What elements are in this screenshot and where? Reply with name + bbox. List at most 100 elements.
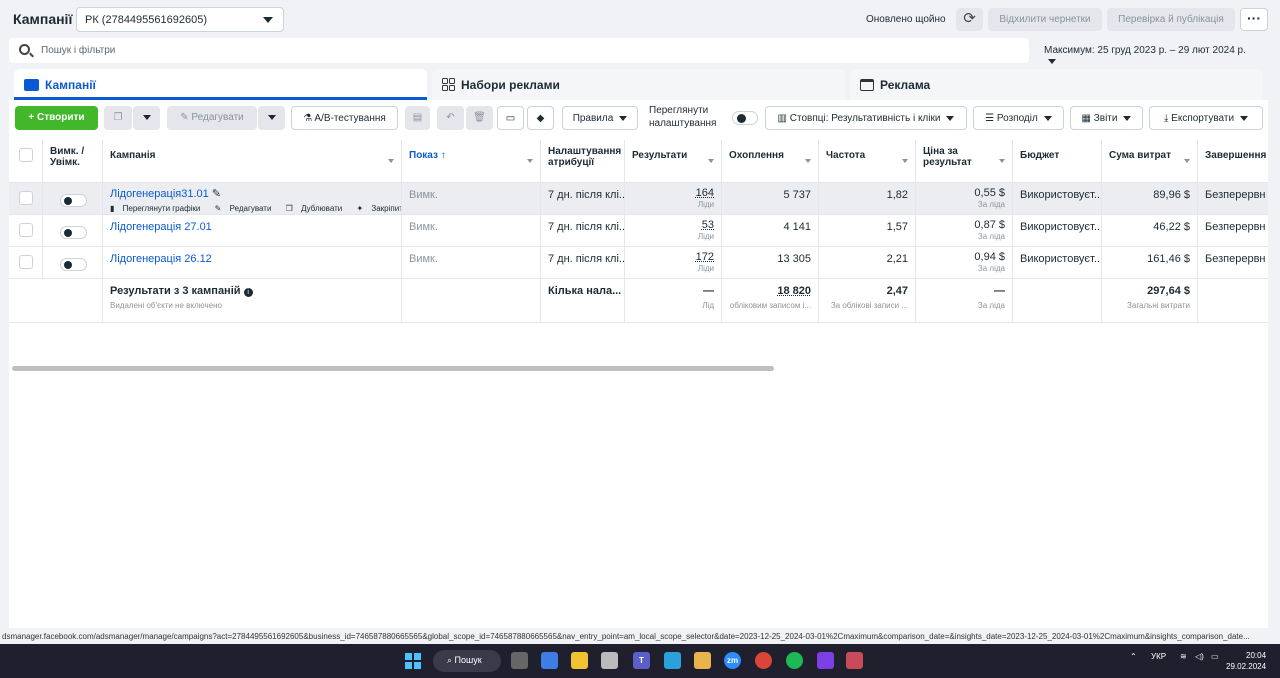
more-options-button[interactable]: ··· bbox=[1240, 8, 1268, 31]
column-attribution[interactable]: Налаштування атрибуції bbox=[541, 140, 625, 182]
photos-app-icon[interactable] bbox=[694, 652, 711, 669]
account-selector[interactable]: РК (2784495561692605) bbox=[76, 7, 284, 32]
spotify-icon[interactable] bbox=[786, 652, 803, 669]
info-icon[interactable]: i bbox=[243, 288, 253, 297]
telegram-icon[interactable] bbox=[664, 652, 681, 669]
table-row[interactable]: Лідогенерація 27.01 Вимк. 7 дн. після кл… bbox=[9, 215, 1268, 247]
results-value[interactable]: 172 bbox=[696, 251, 714, 263]
column-amount-spent[interactable]: Сума витрат bbox=[1102, 140, 1198, 182]
zoom-icon[interactable]: zm bbox=[724, 652, 741, 669]
campaign-toggle[interactable] bbox=[60, 194, 87, 207]
campaign-cell: Лідогенерація 27.01 bbox=[103, 215, 402, 246]
results-cell: 172 Ліди bbox=[625, 247, 722, 278]
view-charts-action[interactable]: ▮ Переглянути графіки bbox=[110, 204, 206, 213]
row-actions: ▮ Переглянути графіки ✎ Редагувати ❐ Дуб… bbox=[110, 204, 401, 213]
column-cost-per-result[interactable]: Ціна за результат bbox=[916, 140, 1013, 182]
summary-delivery bbox=[402, 279, 541, 322]
teams-icon[interactable]: T bbox=[633, 652, 650, 669]
campaign-toggle[interactable] bbox=[60, 258, 87, 271]
column-campaign[interactable]: Кампанія bbox=[103, 140, 402, 182]
reach-cell: 13 305 bbox=[722, 247, 819, 278]
widgets-icon[interactable] bbox=[541, 652, 558, 669]
breakdown-button[interactable]: ☰ Розподіл bbox=[973, 106, 1064, 130]
select-all-checkbox[interactable] bbox=[19, 148, 33, 162]
table-row[interactable]: Лідогенерація31.01 ✎ ▮ Переглянути графі… bbox=[9, 183, 1268, 215]
chrome-icon[interactable] bbox=[755, 652, 772, 669]
row-checkbox[interactable] bbox=[19, 191, 33, 205]
results-value[interactable]: 53 bbox=[702, 219, 714, 231]
tag-button[interactable]: ◆ bbox=[527, 106, 554, 130]
ab-test-button[interactable]: ⚗ A/B-тестування bbox=[291, 106, 398, 130]
tab-campaigns[interactable]: Кампанії bbox=[14, 69, 427, 100]
duplicate-button[interactable]: ❐ bbox=[104, 106, 132, 130]
pencil-icon[interactable]: ✎ bbox=[212, 188, 221, 200]
column-onoff[interactable]: Вимк. / Увімк. bbox=[43, 140, 103, 182]
duplicate-menu-button[interactable] bbox=[133, 106, 160, 130]
horizontal-scrollbar[interactable] bbox=[12, 366, 774, 371]
active-app-icon[interactable] bbox=[846, 652, 863, 669]
vertical-scrollbar[interactable] bbox=[1270, 40, 1280, 630]
undo-button[interactable]: ↶ bbox=[437, 106, 464, 130]
column-reach[interactable]: Охоплення bbox=[722, 140, 819, 182]
review-publish-button[interactable]: Перевірка й публікація bbox=[1107, 8, 1235, 31]
date-range-picker[interactable]: Максимум: 25 груд 2023 р. – 29 лют 2024 … bbox=[1036, 38, 1268, 64]
create-button[interactable]: + Створити bbox=[15, 106, 98, 130]
refresh-button[interactable]: ⟳ bbox=[956, 8, 983, 31]
tab-ads[interactable]: Реклама bbox=[850, 69, 1263, 100]
summary-cost-unit: За ліда bbox=[977, 301, 1005, 310]
tab-ad-sets[interactable]: Набори реклами bbox=[432, 69, 845, 100]
column-ends[interactable]: Завершення bbox=[1198, 140, 1268, 182]
row-checkbox[interactable] bbox=[19, 255, 33, 269]
calendar-app-icon[interactable] bbox=[601, 652, 618, 669]
discard-drafts-button[interactable]: Відхилити чернетки bbox=[988, 8, 1102, 31]
search-input[interactable]: Пошук і фільтри bbox=[9, 38, 1029, 63]
taskbar-search[interactable]: ⌕ Пошук bbox=[433, 650, 501, 672]
summary-attribution: Кілька нала... bbox=[541, 279, 625, 322]
pin-action[interactable]: ✦ Закріпити bbox=[356, 204, 401, 213]
reports-button[interactable]: ▦ Звіти bbox=[1070, 106, 1143, 130]
amount-spent-cell: 161,46 $ bbox=[1102, 247, 1198, 278]
table-row[interactable]: Лідогенерація 26.12 Вимк. 7 дн. після кл… bbox=[9, 247, 1268, 279]
row-checkbox[interactable] bbox=[19, 223, 33, 237]
volume-icon[interactable]: ◁) bbox=[1195, 652, 1204, 661]
wifi-icon[interactable]: ≋ bbox=[1180, 652, 1187, 661]
column-frequency[interactable]: Частота bbox=[819, 140, 916, 182]
action-label: Дублювати bbox=[301, 204, 343, 213]
export-button[interactable]: ⤓ Експортувати bbox=[1149, 106, 1263, 130]
rules-button[interactable]: Правила bbox=[562, 106, 638, 130]
battery-icon[interactable]: ▭ bbox=[1211, 652, 1219, 661]
delete-button[interactable]: 🗑 bbox=[466, 106, 493, 130]
columns-button[interactable]: ▥ Стовпці: Результативність і кліки bbox=[765, 106, 967, 130]
clipboard-icon: ▤ bbox=[412, 112, 423, 123]
edit-button[interactable]: ✎ Редагувати bbox=[167, 106, 257, 130]
results-value[interactable]: 164 bbox=[696, 187, 714, 199]
tab-label: Набори реклами bbox=[461, 78, 560, 92]
column-delivery[interactable]: Показ ↑ bbox=[402, 140, 541, 182]
windows-start-icon[interactable] bbox=[405, 653, 421, 669]
edit-menu-button[interactable] bbox=[258, 106, 285, 130]
campaign-name-link[interactable]: Лідогенерація 27.01 bbox=[110, 221, 212, 233]
column-results[interactable]: Результати bbox=[625, 140, 722, 182]
language-indicator[interactable]: УКР bbox=[1151, 652, 1166, 661]
task-view-icon[interactable] bbox=[511, 652, 528, 669]
file-explorer-icon[interactable] bbox=[571, 652, 588, 669]
campaign-toggle[interactable] bbox=[60, 226, 87, 239]
preview-button[interactable]: ▭ bbox=[497, 106, 524, 130]
chevron-up-icon[interactable]: ⌃ bbox=[1130, 652, 1137, 661]
edit-action[interactable]: ✎ Редагувати bbox=[215, 204, 278, 213]
duplicate-action[interactable]: ❐ Дублювати bbox=[286, 204, 349, 213]
summary-reach-value[interactable]: 18 820 bbox=[777, 285, 811, 297]
chevron-down-icon bbox=[1240, 115, 1249, 121]
ends-cell: Безперервн bbox=[1205, 253, 1266, 265]
review-settings-toggle[interactable] bbox=[732, 111, 758, 125]
clock[interactable]: 20:04 29.02.2024 bbox=[1226, 650, 1266, 672]
chevron-down-icon bbox=[946, 115, 955, 121]
clipboard-button[interactable]: ▤ bbox=[405, 106, 430, 130]
campaign-name-link[interactable]: Лідогенерація 26.12 bbox=[110, 253, 212, 265]
campaign-name-link[interactable]: Лідогенерація31.01 bbox=[110, 188, 209, 200]
chevron-down-icon bbox=[619, 115, 628, 121]
column-budget[interactable]: Бюджет bbox=[1013, 140, 1102, 182]
summary-frequency-value: 2,47 bbox=[886, 285, 908, 297]
rules-label: Правила bbox=[572, 113, 614, 124]
messenger-app-icon[interactable] bbox=[817, 652, 834, 669]
